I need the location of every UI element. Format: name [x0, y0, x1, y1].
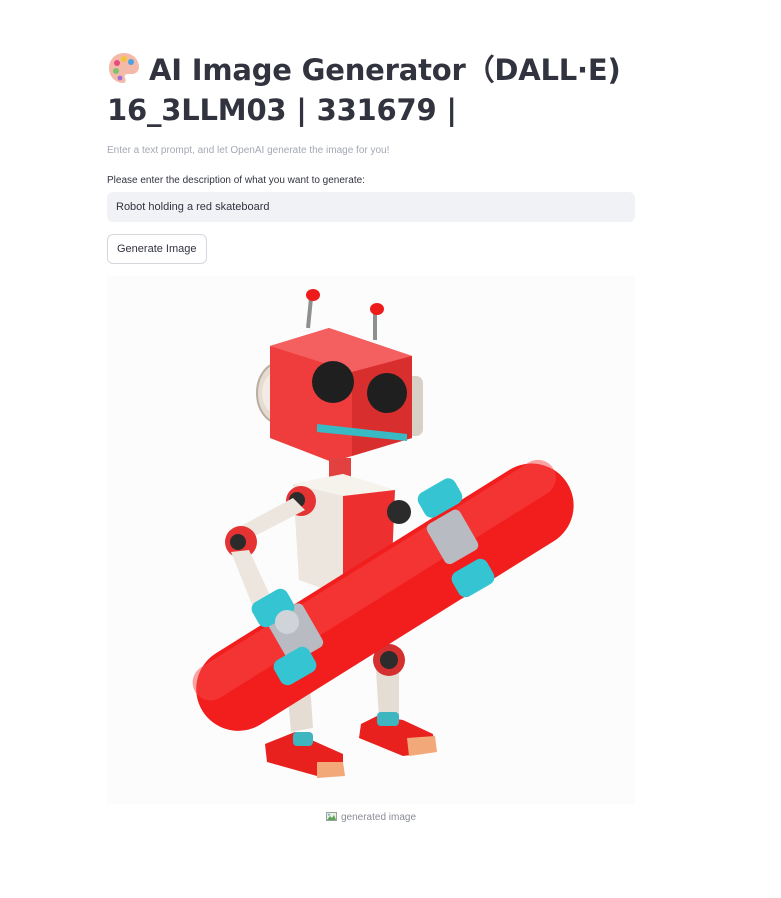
intro-caption: Enter a text prompt, and let OpenAI gene…: [107, 145, 390, 156]
generated-image: [107, 276, 635, 804]
title-line-1: AI Image Generator（DALL·E): [149, 53, 621, 87]
robot-skateboard-illustration: [192, 289, 574, 778]
title-line-2: 16_3LLM03 | 331679 |: [107, 93, 457, 127]
artist-palette-icon: [107, 51, 141, 85]
prompt-input[interactable]: [107, 192, 635, 222]
image-caption: generated image: [107, 812, 635, 823]
image-caption-text: generated image: [340, 812, 417, 823]
generate-image-button[interactable]: Generate Image: [107, 234, 207, 264]
broken-image-icon: [325, 812, 337, 821]
page-title: AI Image Generator（DALL·E) 16_3LLM03 | 3…: [107, 50, 727, 130]
prompt-label: Please enter the description of what you…: [107, 175, 365, 186]
